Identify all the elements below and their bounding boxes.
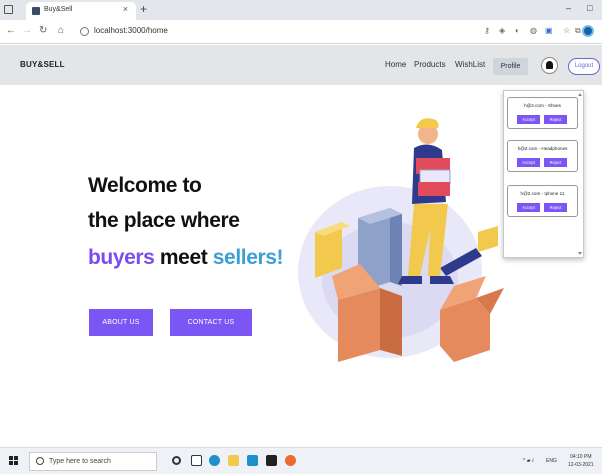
hero-line-2: the place where [88,209,240,232]
accept-button[interactable]: Accept [517,115,540,124]
task-view-icon[interactable] [191,455,202,466]
window-menu-icon[interactable] [4,5,13,14]
hero-line-1: Welcome to [88,174,202,197]
dropdown-scrollbar[interactable] [578,93,582,255]
browser-profile-icon[interactable] [582,25,594,37]
collections-icon[interactable]: ⧉ [575,26,581,36]
taskbar-search-box[interactable]: Type here to search [29,452,157,471]
taskbar-search-placeholder: Type here to search [49,458,111,465]
about-us-button[interactable]: ABOUT US [89,309,153,336]
url-field[interactable]: localhost:3000/home [80,24,500,39]
favorites-icon[interactable]: ☆ [563,26,570,35]
store-icon[interactable] [247,455,258,466]
scroll-down-arrow-icon[interactable] [578,252,582,255]
hero-illustration [298,118,504,362]
logout-button[interactable]: Logout [568,58,600,75]
extension-icon[interactable]: ◍ [530,26,537,35]
reject-button[interactable]: Reject [544,203,567,212]
nav-link-home[interactable]: Home [385,60,406,69]
edge-browser-icon[interactable] [209,455,220,466]
windows-taskbar: Type here to search ^ ▰ ⅈ ENG 04:10 PM 1… [0,447,602,474]
file-explorer-icon[interactable] [228,455,239,466]
accept-button[interactable]: Accept [517,158,540,167]
address-bar: ← → ↻ ⌂ localhost:3000/home ⚷ ◈ ◐ ◍ ▣ ☆ … [0,20,602,44]
forward-arrow-icon[interactable]: → [22,25,32,36]
search-icon [36,457,44,465]
url-text[interactable]: localhost:3000/home [94,26,168,35]
nav-link-products[interactable]: Products [414,60,446,69]
key-icon[interactable]: ⚷ [484,26,490,35]
site-navbar: BUY&SELL Home Products WishList Profile … [0,45,602,85]
accept-button[interactable]: Accept [517,203,540,212]
windows-start-icon[interactable] [9,456,19,466]
notification-card: h@2.com - Shoes Accept Reject [507,97,578,129]
notification-card: h@2.com - Headphones Accept Reject [507,140,578,172]
hero-line-3: buyers meet sellers! [88,246,284,270]
notification-text: h@2.com - Headphones [517,146,568,151]
tab-close-icon[interactable]: × [123,4,128,14]
maximize-icon[interactable]: □ [587,3,592,13]
reload-icon[interactable]: ↻ [39,25,47,36]
brand-logo[interactable]: BUY&SELL [20,60,65,69]
nav-link-wishlist[interactable]: WishList [455,60,485,69]
language-indicator[interactable]: ENG [546,458,557,464]
bell-icon [546,61,553,69]
reject-button[interactable]: Reject [544,115,567,124]
hero-word-sellers: sellers! [212,246,284,269]
profile-button[interactable]: Profile [493,58,528,75]
browser-tab[interactable]: Buy&Sell × [26,2,136,20]
tab-favicon-icon [32,7,40,15]
new-tab-icon[interactable]: + [140,2,147,16]
reject-button[interactable]: Reject [544,158,567,167]
notification-text: h@2.com - Shoes [524,103,561,108]
browser-tab-strip: Buy&Sell × + – □ [0,0,602,20]
back-arrow-icon[interactable]: ← [6,25,16,36]
extension-icon[interactable]: ◈ [499,26,505,35]
notification-text: h@2.com - Iphone 11 [520,191,565,196]
taskbar-clock[interactable]: 04:10 PM 12-03-2021 [568,453,594,469]
notifications-dropdown: h@2.com - Shoes Accept Reject h@2.com - … [503,90,584,258]
site-info-icon[interactable] [80,27,89,36]
notification-card: h@2.com - Iphone 11 Accept Reject [507,185,578,217]
firefox-icon[interactable] [285,455,296,466]
hero-word-buyers: buyers [88,246,155,269]
cortana-icon[interactable] [172,456,181,465]
scroll-up-arrow-icon[interactable] [578,93,582,96]
home-icon[interactable]: ⌂ [58,25,64,36]
clock-date: 12-03-2021 [568,462,594,468]
minimize-icon[interactable]: – [566,3,571,13]
app-icon[interactable] [266,455,277,466]
tab-title: Buy&Sell [44,6,73,13]
system-tray-icons[interactable]: ^ ▰ ⅈ [523,458,534,464]
contact-us-button[interactable]: CONTACT US [170,309,252,336]
hero-word-meet: meet [154,246,213,269]
extension-icon[interactable]: ◐ [515,26,520,35]
clock-time: 04:10 PM [570,454,592,460]
extension-icon[interactable]: ▣ [545,26,553,35]
notifications-bell-button[interactable] [541,57,558,74]
